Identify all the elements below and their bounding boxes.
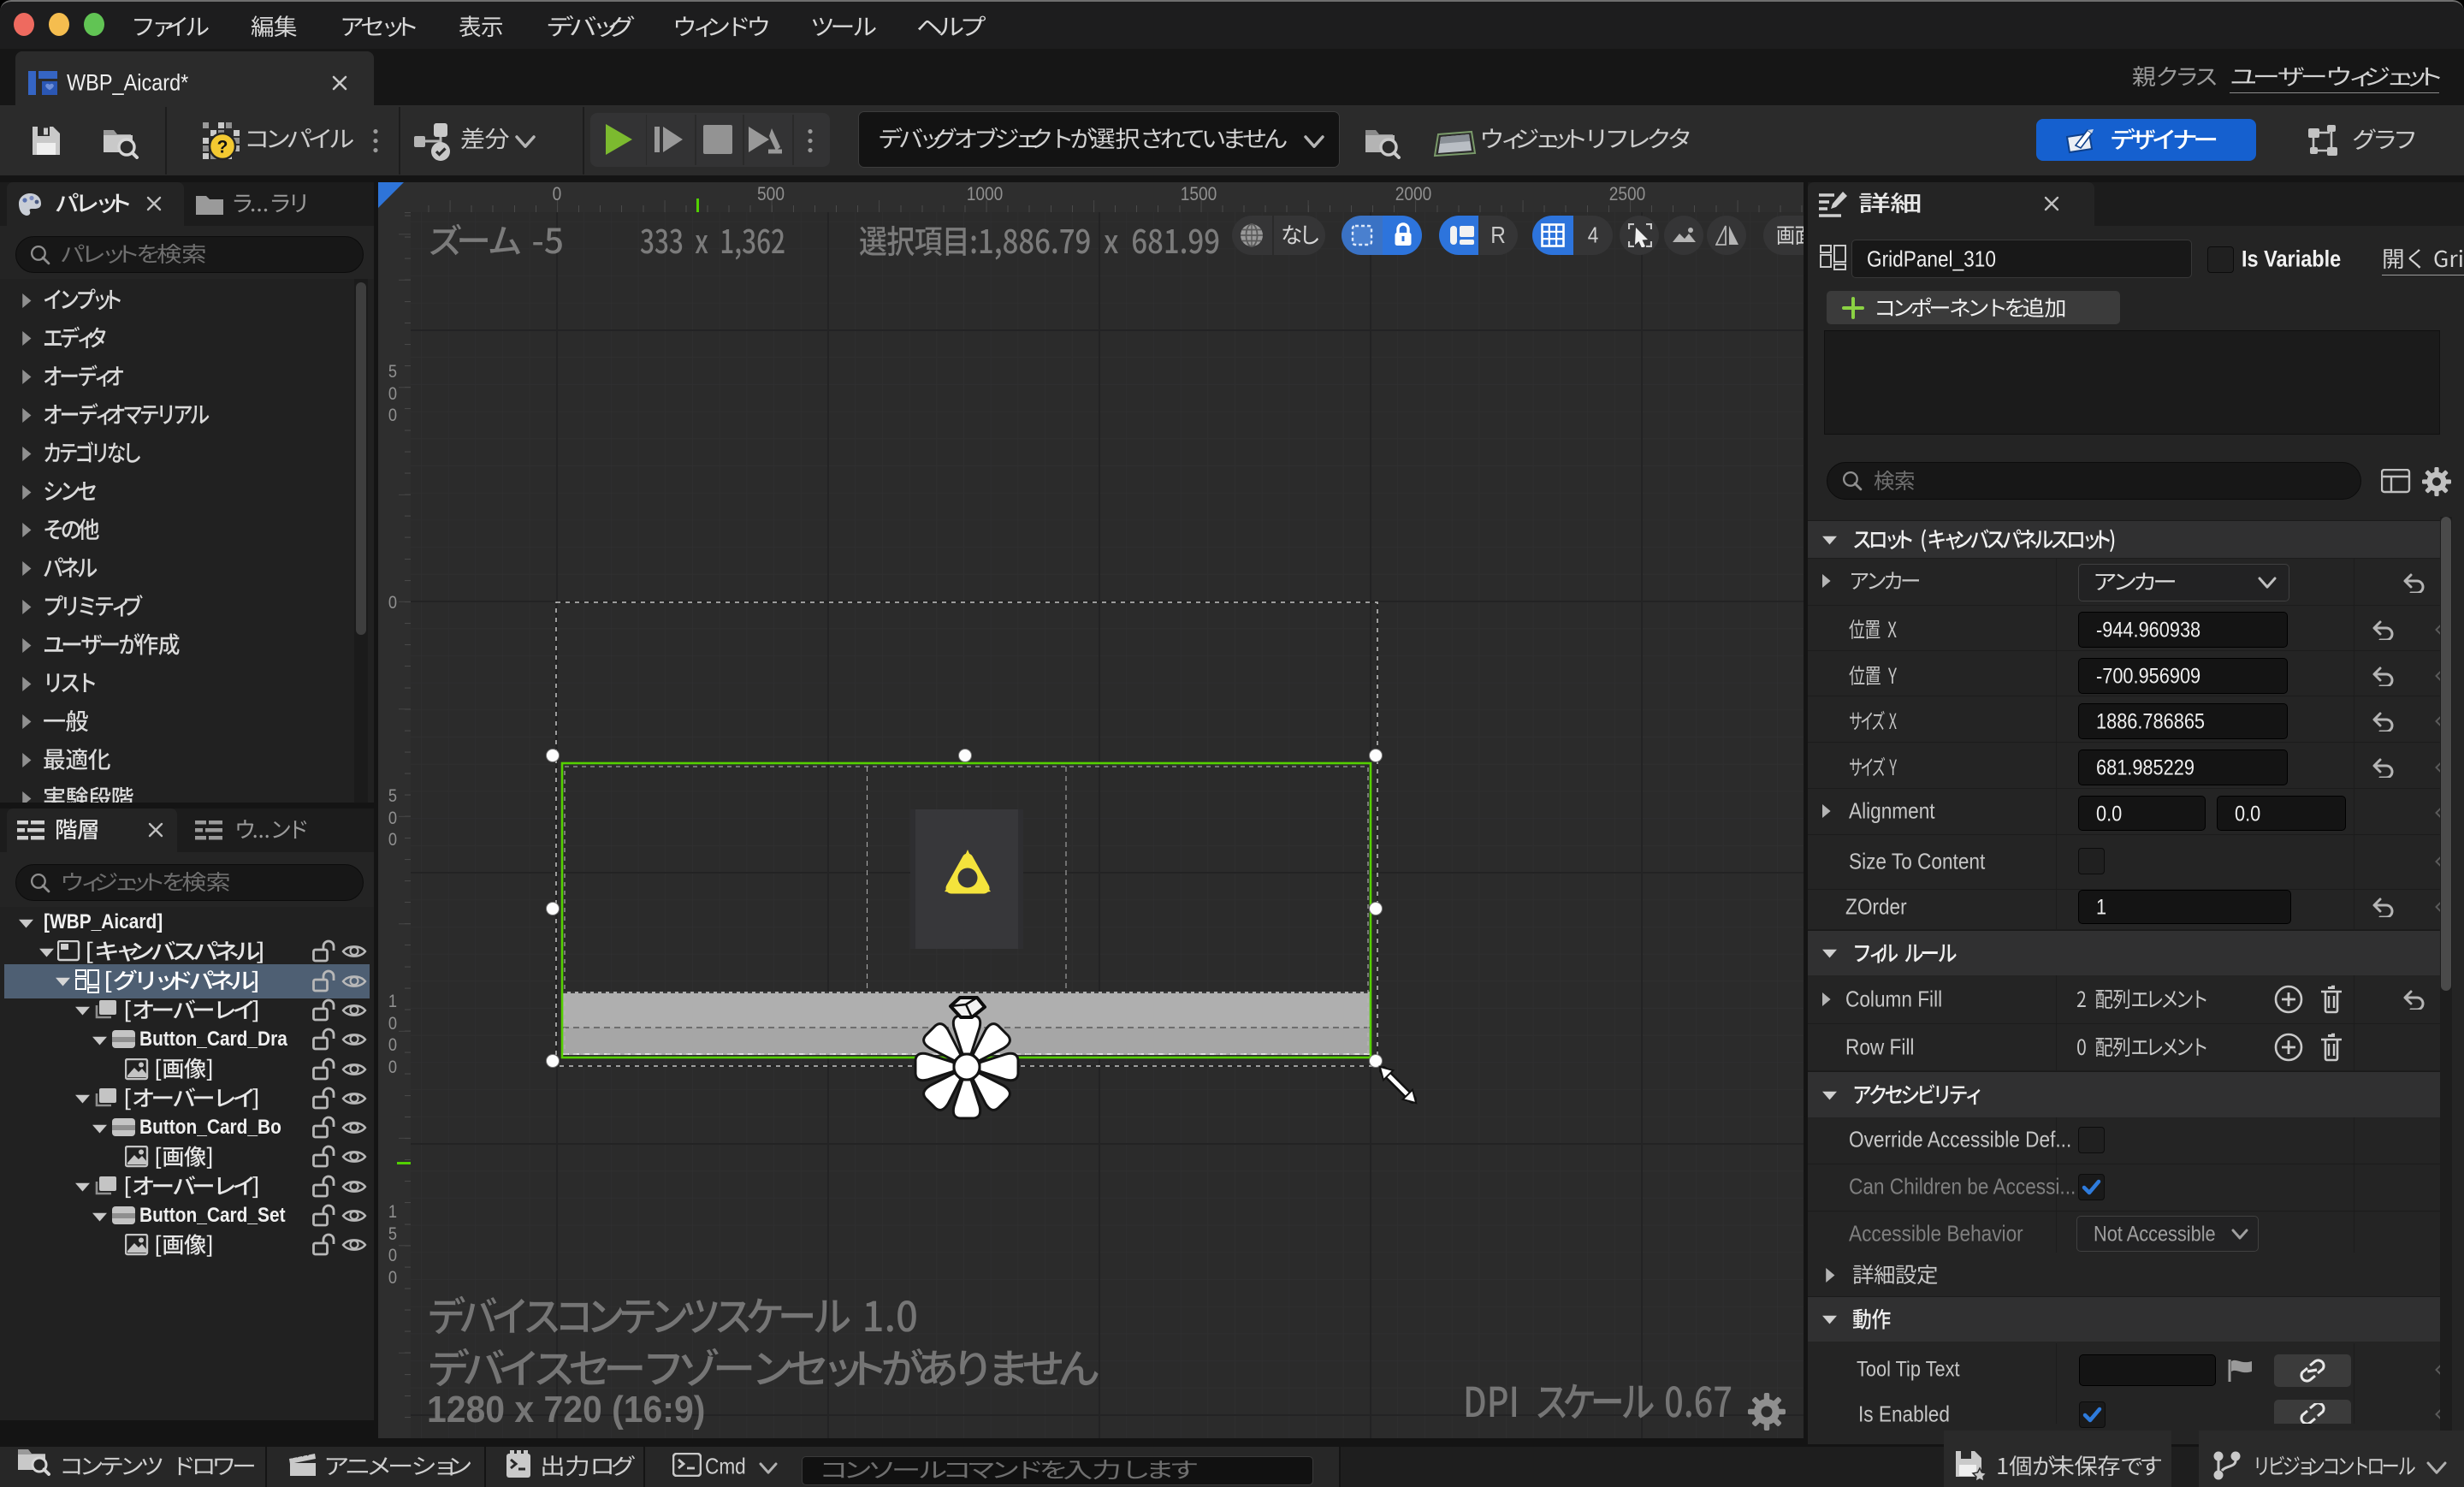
svg-text:?: ? <box>217 138 228 157</box>
